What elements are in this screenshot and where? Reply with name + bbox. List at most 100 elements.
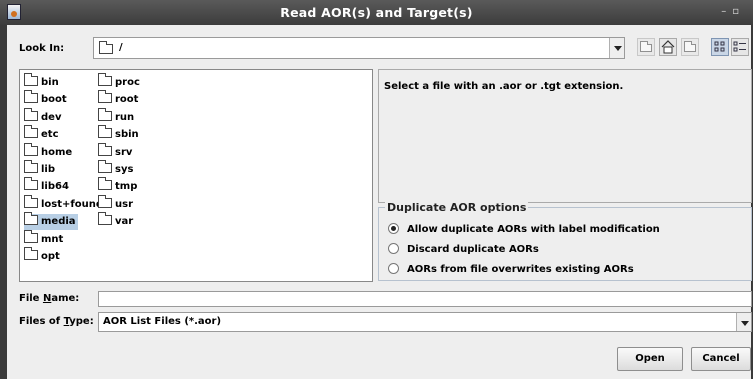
folder-icon (24, 160, 38, 173)
folder-icon (24, 107, 38, 121)
file-item-label: lib64 (41, 181, 69, 193)
list-view-icon (714, 41, 725, 52)
look-in-value: / (119, 42, 123, 53)
info-message: Select a file with an .aor or .tgt exten… (384, 81, 624, 92)
file-item-label: proc (115, 77, 140, 88)
folder-icon (99, 41, 113, 54)
file-name-label: File Name: (19, 293, 80, 304)
file-item-label: mnt (41, 233, 64, 245)
folder-icon (98, 212, 112, 226)
file-item-run[interactable]: run (98, 107, 136, 126)
look-in-combo[interactable]: / (93, 37, 625, 59)
folder-icon (98, 90, 112, 104)
list-view-button[interactable] (711, 38, 729, 56)
window-title: Read AOR(s) and Target(s) (280, 5, 473, 20)
folder-icon (24, 247, 38, 260)
look-in-label: Look In: (19, 43, 65, 54)
file-item-label: tmp (115, 181, 138, 193)
file-item-lost-found[interactable]: lost+found (24, 194, 105, 213)
option-label: Discard duplicate AORs (407, 244, 539, 255)
file-item-lib[interactable]: lib (24, 160, 57, 178)
folder-icon (24, 90, 38, 104)
file-item-label: etc (41, 129, 59, 141)
file-item-label: sys (115, 164, 134, 175)
title-bar: Read AOR(s) and Target(s) –▫ (0, 0, 753, 25)
up-folder-icon (640, 41, 652, 52)
window-frame-left (0, 25, 7, 379)
file-item-etc[interactable]: etc (24, 125, 61, 143)
home-button[interactable] (659, 38, 677, 56)
file-item-srv[interactable]: srv (98, 142, 134, 161)
folder-icon (98, 107, 112, 121)
option-discard-duplicates[interactable]: Discard duplicate AORs (388, 242, 539, 258)
file-type-combo[interactable]: AOR List Files (*.aor) (98, 312, 752, 332)
file-item-label: opt (41, 251, 60, 262)
open-button[interactable]: Open (617, 347, 683, 371)
option-allow-duplicates[interactable]: Allow duplicate AORs with label modifica… (388, 222, 660, 238)
folder-icon (98, 125, 112, 139)
radio-icon[interactable] (388, 223, 399, 234)
window-controls[interactable]: –▫ (721, 6, 745, 17)
file-item-sys[interactable]: sys (98, 160, 135, 178)
file-item-media[interactable]: media (24, 212, 78, 231)
file-item-label: lib (41, 164, 56, 175)
file-item-opt[interactable]: opt (24, 247, 62, 265)
folder-icon (24, 177, 38, 191)
folder-icon (24, 229, 38, 243)
file-item-label: usr (115, 198, 134, 210)
folder-icon (24, 73, 38, 86)
option-label: Allow duplicate AORs with label modifica… (407, 224, 660, 235)
file-item-var[interactable]: var (98, 212, 135, 230)
new-folder-icon (684, 41, 696, 52)
file-item-label: lost+found (41, 198, 104, 210)
file-item-label: bin (41, 77, 59, 88)
folder-icon (24, 212, 38, 226)
cancel-button[interactable]: Cancel (691, 347, 751, 371)
folder-icon (98, 73, 112, 86)
minimize-icon[interactable]: – (721, 6, 732, 17)
folder-icon (98, 194, 112, 208)
file-list[interactable]: bin boot dev etc home lib lib64 lost+found media… (19, 69, 373, 282)
file-item-proc[interactable]: proc (98, 73, 142, 91)
file-item-root[interactable]: root (98, 90, 140, 108)
file-item-label: home (41, 146, 73, 158)
file-item-label: var (115, 216, 134, 228)
chevron-down-icon[interactable] (609, 38, 624, 58)
file-item-label: srv (115, 146, 133, 158)
home-icon (661, 40, 675, 54)
option-overwrite-existing[interactable]: AORs from file overwrites existing AORs (388, 262, 634, 278)
options-title: Duplicate AOR options (385, 201, 529, 214)
option-label: AORs from file overwrites existing AORs (407, 264, 634, 275)
details-view-icon (733, 41, 746, 52)
file-name-input[interactable] (98, 291, 752, 307)
folder-icon (98, 160, 112, 173)
file-item-dev[interactable]: dev (24, 107, 63, 126)
file-item-label: media (41, 216, 76, 228)
file-item-tmp[interactable]: tmp (98, 177, 139, 195)
folder-icon (98, 177, 112, 191)
chevron-down-icon[interactable] (736, 313, 751, 331)
file-item-label: run (115, 111, 135, 123)
file-info-panel: Select a file with an .aor or .tgt exten… (378, 69, 752, 203)
file-item-mnt[interactable]: mnt (24, 229, 65, 248)
radio-icon[interactable] (388, 263, 399, 274)
maximize-icon[interactable]: ▫ (732, 6, 745, 17)
file-item-bin[interactable]: bin (24, 73, 61, 91)
file-item-usr[interactable]: usr (98, 194, 135, 213)
folder-icon (24, 142, 38, 156)
file-item-label: root (115, 94, 139, 106)
file-item-sbin[interactable]: sbin (98, 125, 141, 143)
folder-icon (98, 142, 112, 156)
radio-icon[interactable] (388, 243, 399, 254)
file-type-label: Files of Type: (19, 316, 94, 327)
new-folder-button[interactable] (681, 38, 699, 56)
details-view-button[interactable] (731, 38, 749, 56)
up-one-level-button[interactable] (637, 38, 655, 56)
file-item-label: dev (41, 111, 62, 123)
file-item-lib64[interactable]: lib64 (24, 177, 71, 195)
file-item-boot[interactable]: boot (24, 90, 69, 108)
file-item-home[interactable]: home (24, 142, 74, 161)
duplicate-aor-options: Duplicate AOR options Allow duplicate AO… (378, 201, 752, 281)
folder-icon (24, 194, 38, 208)
file-type-value: AOR List Files (*.aor) (103, 316, 222, 327)
